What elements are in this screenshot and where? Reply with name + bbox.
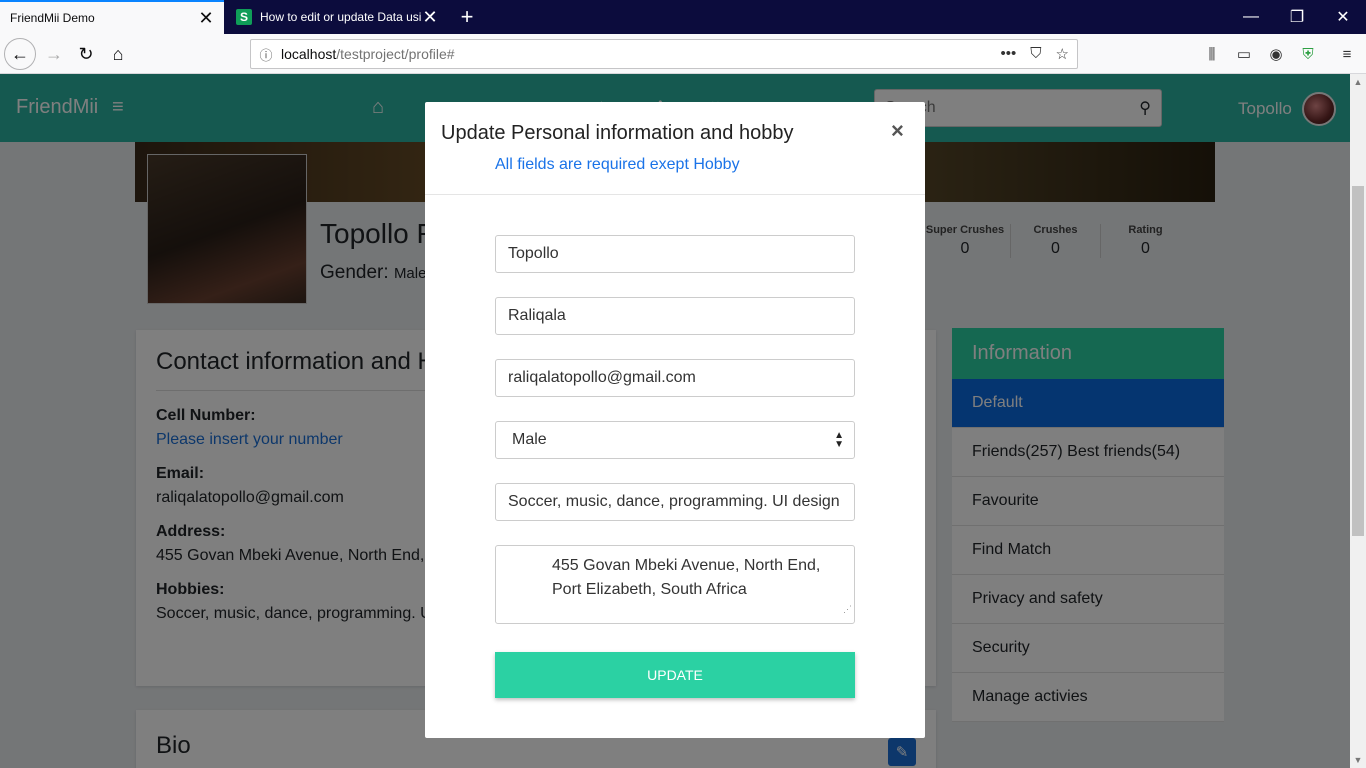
- account-icon[interactable]: ◉: [1265, 43, 1287, 65]
- url-path: /testproject/profile#: [336, 46, 455, 62]
- library-icon[interactable]: ⫼: [1201, 43, 1223, 65]
- scroll-up-icon[interactable]: ▲: [1350, 74, 1366, 90]
- browser-tab-bar: FriendMii Demo ✕ S How to edit or update…: [0, 0, 1366, 34]
- select-caret-icon: ▲ ▼: [834, 430, 844, 450]
- modal-header: Update Personal information and hobby Al…: [425, 102, 925, 195]
- url-host: localhost: [281, 46, 337, 62]
- menu-icon[interactable]: ≡: [1336, 43, 1358, 65]
- home-icon[interactable]: ⌂: [102, 38, 134, 70]
- browser-toolbar: ← → ↻ ⌂ ⓘ localhost/testproject/profile#…: [0, 34, 1366, 74]
- modal-title: Update Personal information and hobby: [441, 122, 794, 144]
- restore-button[interactable]: ❐: [1274, 0, 1320, 34]
- tab-how-to-edit[interactable]: S How to edit or update Data usin ✕: [226, 0, 448, 34]
- modal-subtitle: All fields are required exept Hobby: [495, 156, 740, 173]
- gender-selected-value: Male: [512, 431, 547, 448]
- gender-select[interactable]: Male ▲ ▼: [495, 421, 855, 459]
- tab-close-icon[interactable]: ✕: [198, 8, 214, 29]
- hobbies-input[interactable]: Soccer, music, dance, programming. UI de…: [495, 483, 855, 521]
- reload-icon[interactable]: ↻: [70, 38, 102, 70]
- tab-title: How to edit or update Data usin: [260, 10, 422, 24]
- tab-title: FriendMii Demo: [10, 11, 95, 25]
- site-info-icon[interactable]: ⓘ: [251, 45, 281, 64]
- page-actions-icon[interactable]: •••: [1001, 45, 1017, 63]
- scrollbar-thumb[interactable]: [1352, 186, 1364, 536]
- resize-grip-icon[interactable]: ⋰: [843, 597, 852, 621]
- spreadsheet-favicon-icon: S: [236, 9, 252, 25]
- first-name-input[interactable]: Topollo: [495, 235, 855, 273]
- address-line-2: Port Elizabeth, South Africa: [552, 581, 747, 598]
- address-textarea[interactable]: 455 Govan Mbeki Avenue, North End, Port …: [495, 545, 855, 624]
- shield-extension-icon[interactable]: ⛨: [1297, 43, 1319, 65]
- address-line-1: 455 Govan Mbeki Avenue, North End,: [552, 557, 821, 574]
- last-name-input[interactable]: Raliqala: [495, 297, 855, 335]
- email-input[interactable]: raliqalatopollo@gmail.com: [495, 359, 855, 397]
- address-bar[interactable]: ⓘ localhost/testproject/profile# ••• ⛉ ☆: [250, 39, 1078, 69]
- window-close-button[interactable]: ✕: [1320, 0, 1366, 34]
- forward-arrow-icon[interactable]: →: [38, 38, 70, 70]
- scroll-down-icon[interactable]: ▼: [1350, 752, 1366, 768]
- pocket-icon[interactable]: ⛉: [1030, 45, 1041, 63]
- update-info-modal: Update Personal information and hobby Al…: [425, 102, 925, 738]
- update-button[interactable]: UPDATE: [495, 652, 855, 698]
- tab-close-icon[interactable]: ✕: [422, 7, 438, 28]
- back-arrow-icon[interactable]: ←: [4, 38, 36, 70]
- sidebar-icon[interactable]: ▭: [1233, 43, 1255, 65]
- modal-close-button[interactable]: ×: [891, 118, 904, 144]
- minimize-button[interactable]: —: [1228, 0, 1274, 34]
- bookmark-star-icon[interactable]: ☆: [1056, 45, 1069, 63]
- tab-friendmii[interactable]: FriendMii Demo ✕: [0, 0, 224, 34]
- new-tab-button[interactable]: +: [452, 0, 482, 34]
